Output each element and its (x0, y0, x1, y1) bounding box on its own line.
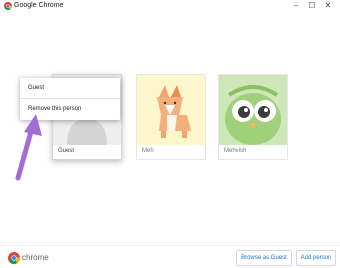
add-person-button[interactable]: Add person (296, 250, 336, 266)
chrome-logo-icon (4, 2, 12, 10)
menu-item-guest[interactable]: Guest (20, 78, 120, 98)
browse-as-guest-button[interactable]: Browse as Guest (236, 250, 292, 266)
footer-divider (0, 245, 340, 246)
window-title: Google Chrome (14, 2, 64, 9)
bird-avatar-icon (219, 75, 287, 145)
chrome-logo-icon (8, 252, 20, 264)
profile-card-mehvish[interactable]: Mehvish (218, 74, 288, 160)
arrow-annotation-icon (15, 114, 42, 181)
profile-card-meh[interactable]: Meh (136, 74, 206, 160)
close-icon[interactable]: ✕ (320, 0, 336, 12)
profile-name-guest: Guest (58, 148, 75, 154)
corgi-avatar-icon (137, 75, 205, 145)
minimize-icon[interactable]: – (288, 0, 304, 12)
profile-name-mehvish: Mehvish (224, 148, 247, 154)
chrome-wordmark-text: chrome (22, 253, 49, 262)
title-bar: Google Chrome – ☐ ✕ (0, 0, 340, 12)
maximize-icon[interactable]: ☐ (304, 0, 320, 12)
profile-name-meh: Meh (142, 148, 154, 154)
